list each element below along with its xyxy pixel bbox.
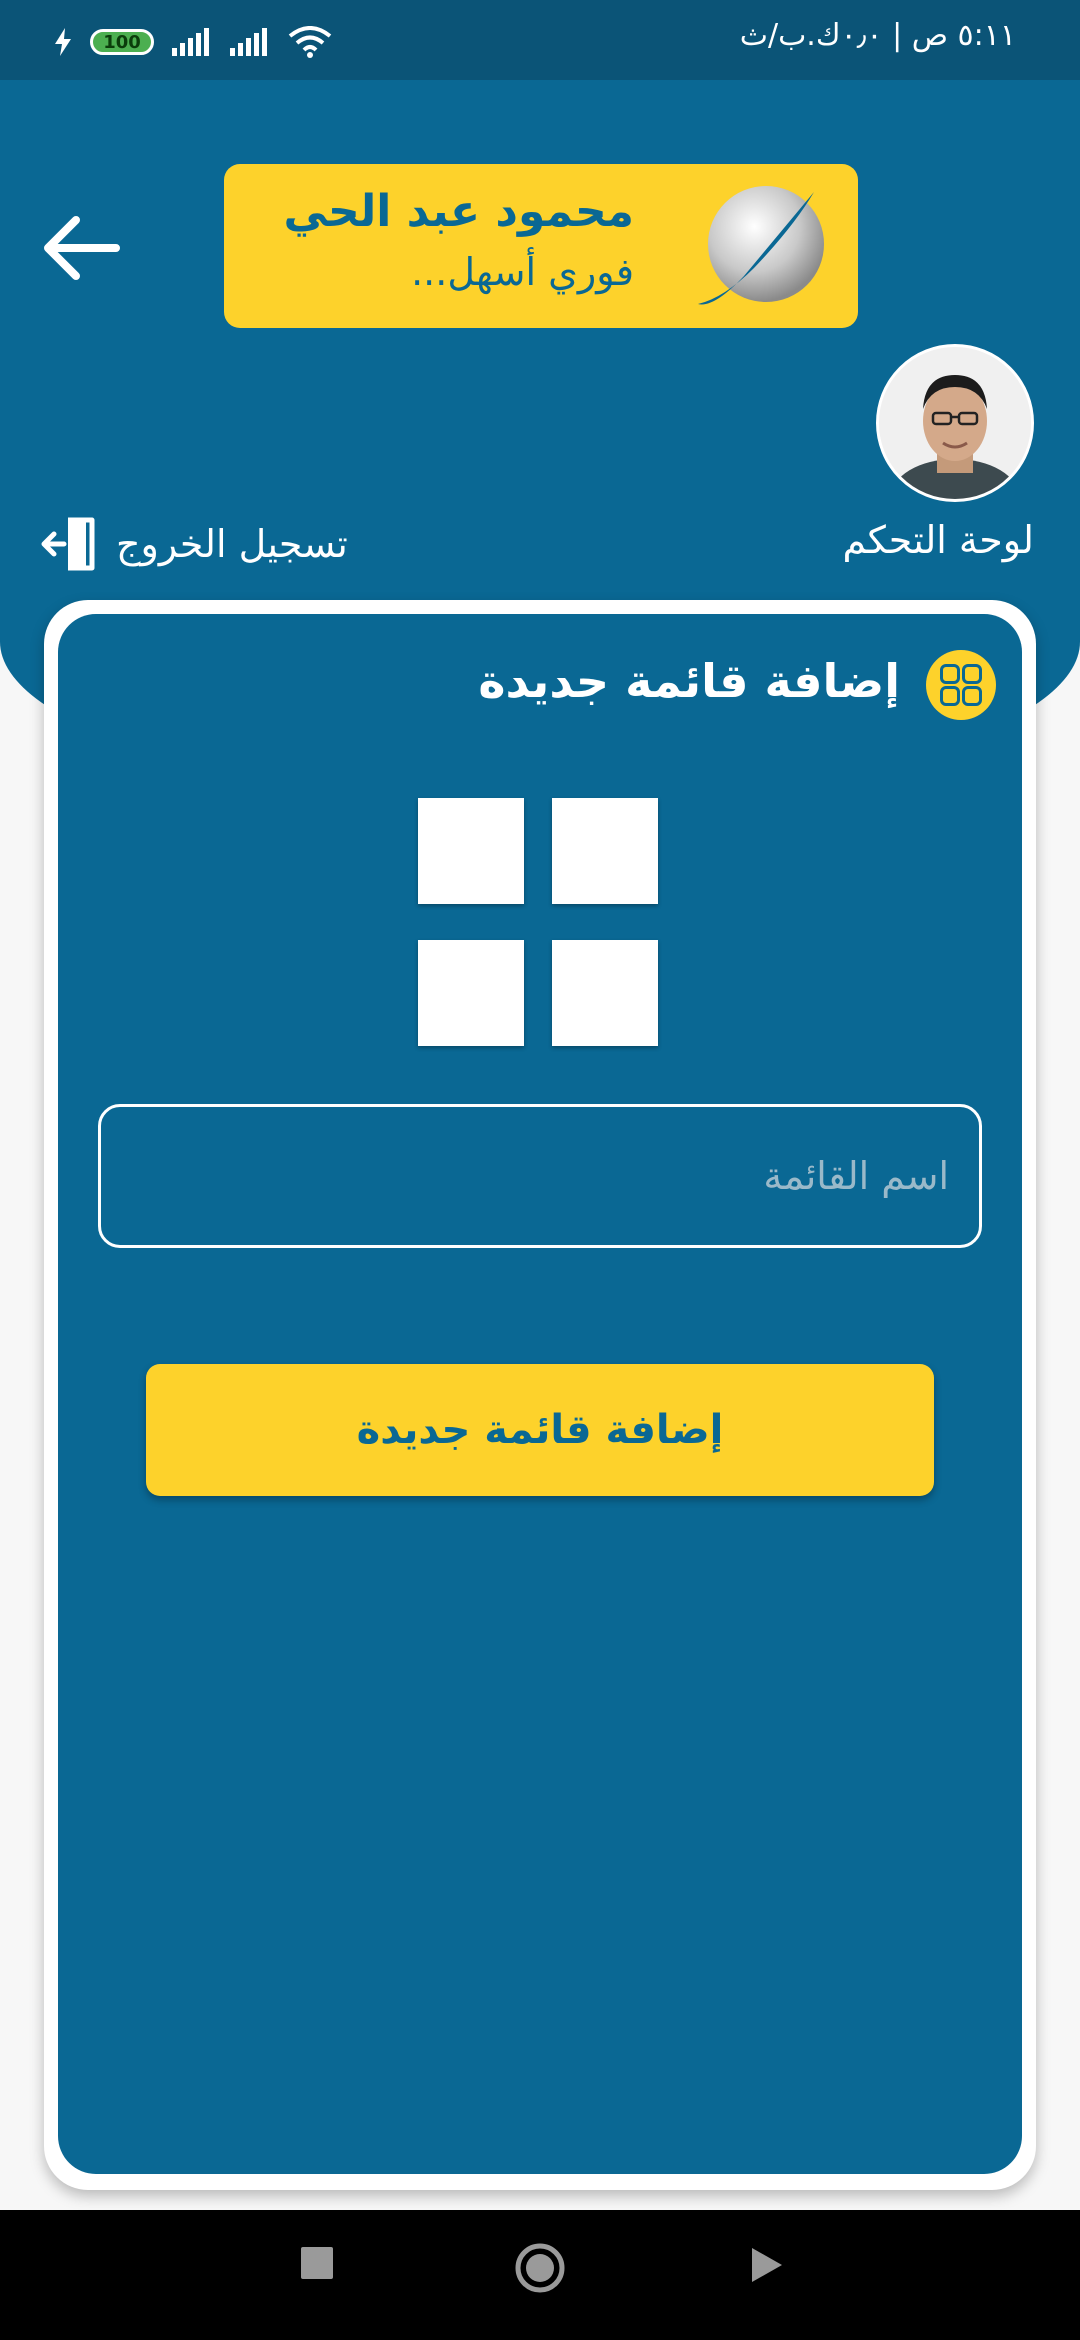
user-photo (879, 347, 1031, 499)
charging-icon (55, 28, 71, 56)
avatar[interactable] (876, 344, 1034, 502)
status-time: ٥:١١ ص | ٠٫٠ك.ب/ث (739, 18, 1016, 53)
status-icons: 100 (54, 26, 332, 58)
battery-indicator: 100 (90, 29, 154, 55)
back-button[interactable] (40, 206, 124, 290)
dashboard-link[interactable]: لوحة التحكم (842, 518, 1034, 562)
triangle-icon (752, 2248, 782, 2282)
status-bar: 100 ٥:١١ ص | ٠٫٠ك.ب/ث (0, 0, 1080, 80)
signal-icon (172, 28, 209, 56)
circle-icon (515, 2243, 565, 2293)
globe-logo-icon (698, 186, 824, 305)
wifi-icon (288, 26, 332, 58)
recents-button[interactable] (300, 2246, 334, 2284)
card-title: إضافة قائمة جديدة (478, 654, 900, 708)
add-list-button[interactable]: إضافة قائمة جديدة (146, 1364, 934, 1496)
logo-tagline: فوري أسهل... (411, 250, 634, 294)
home-button[interactable] (514, 2242, 566, 2298)
logout-button[interactable]: تسجيل الخروج (40, 514, 348, 574)
list-name-input[interactable] (98, 1104, 982, 1248)
logo-banner: محمود عبد الحي فوري أسهل... (224, 164, 858, 328)
system-nav-bar (0, 2210, 1080, 2340)
system-back-button[interactable] (750, 2246, 784, 2288)
logout-label: تسجيل الخروج (116, 522, 348, 566)
square-icon (301, 2247, 333, 2279)
logo-name: محمود عبد الحي (283, 186, 634, 237)
grid-icon (926, 650, 996, 720)
signal-icon-2 (230, 28, 267, 56)
list-icon-placeholder[interactable] (418, 798, 662, 1048)
arrow-left-icon (44, 216, 120, 280)
logout-icon (41, 517, 95, 571)
